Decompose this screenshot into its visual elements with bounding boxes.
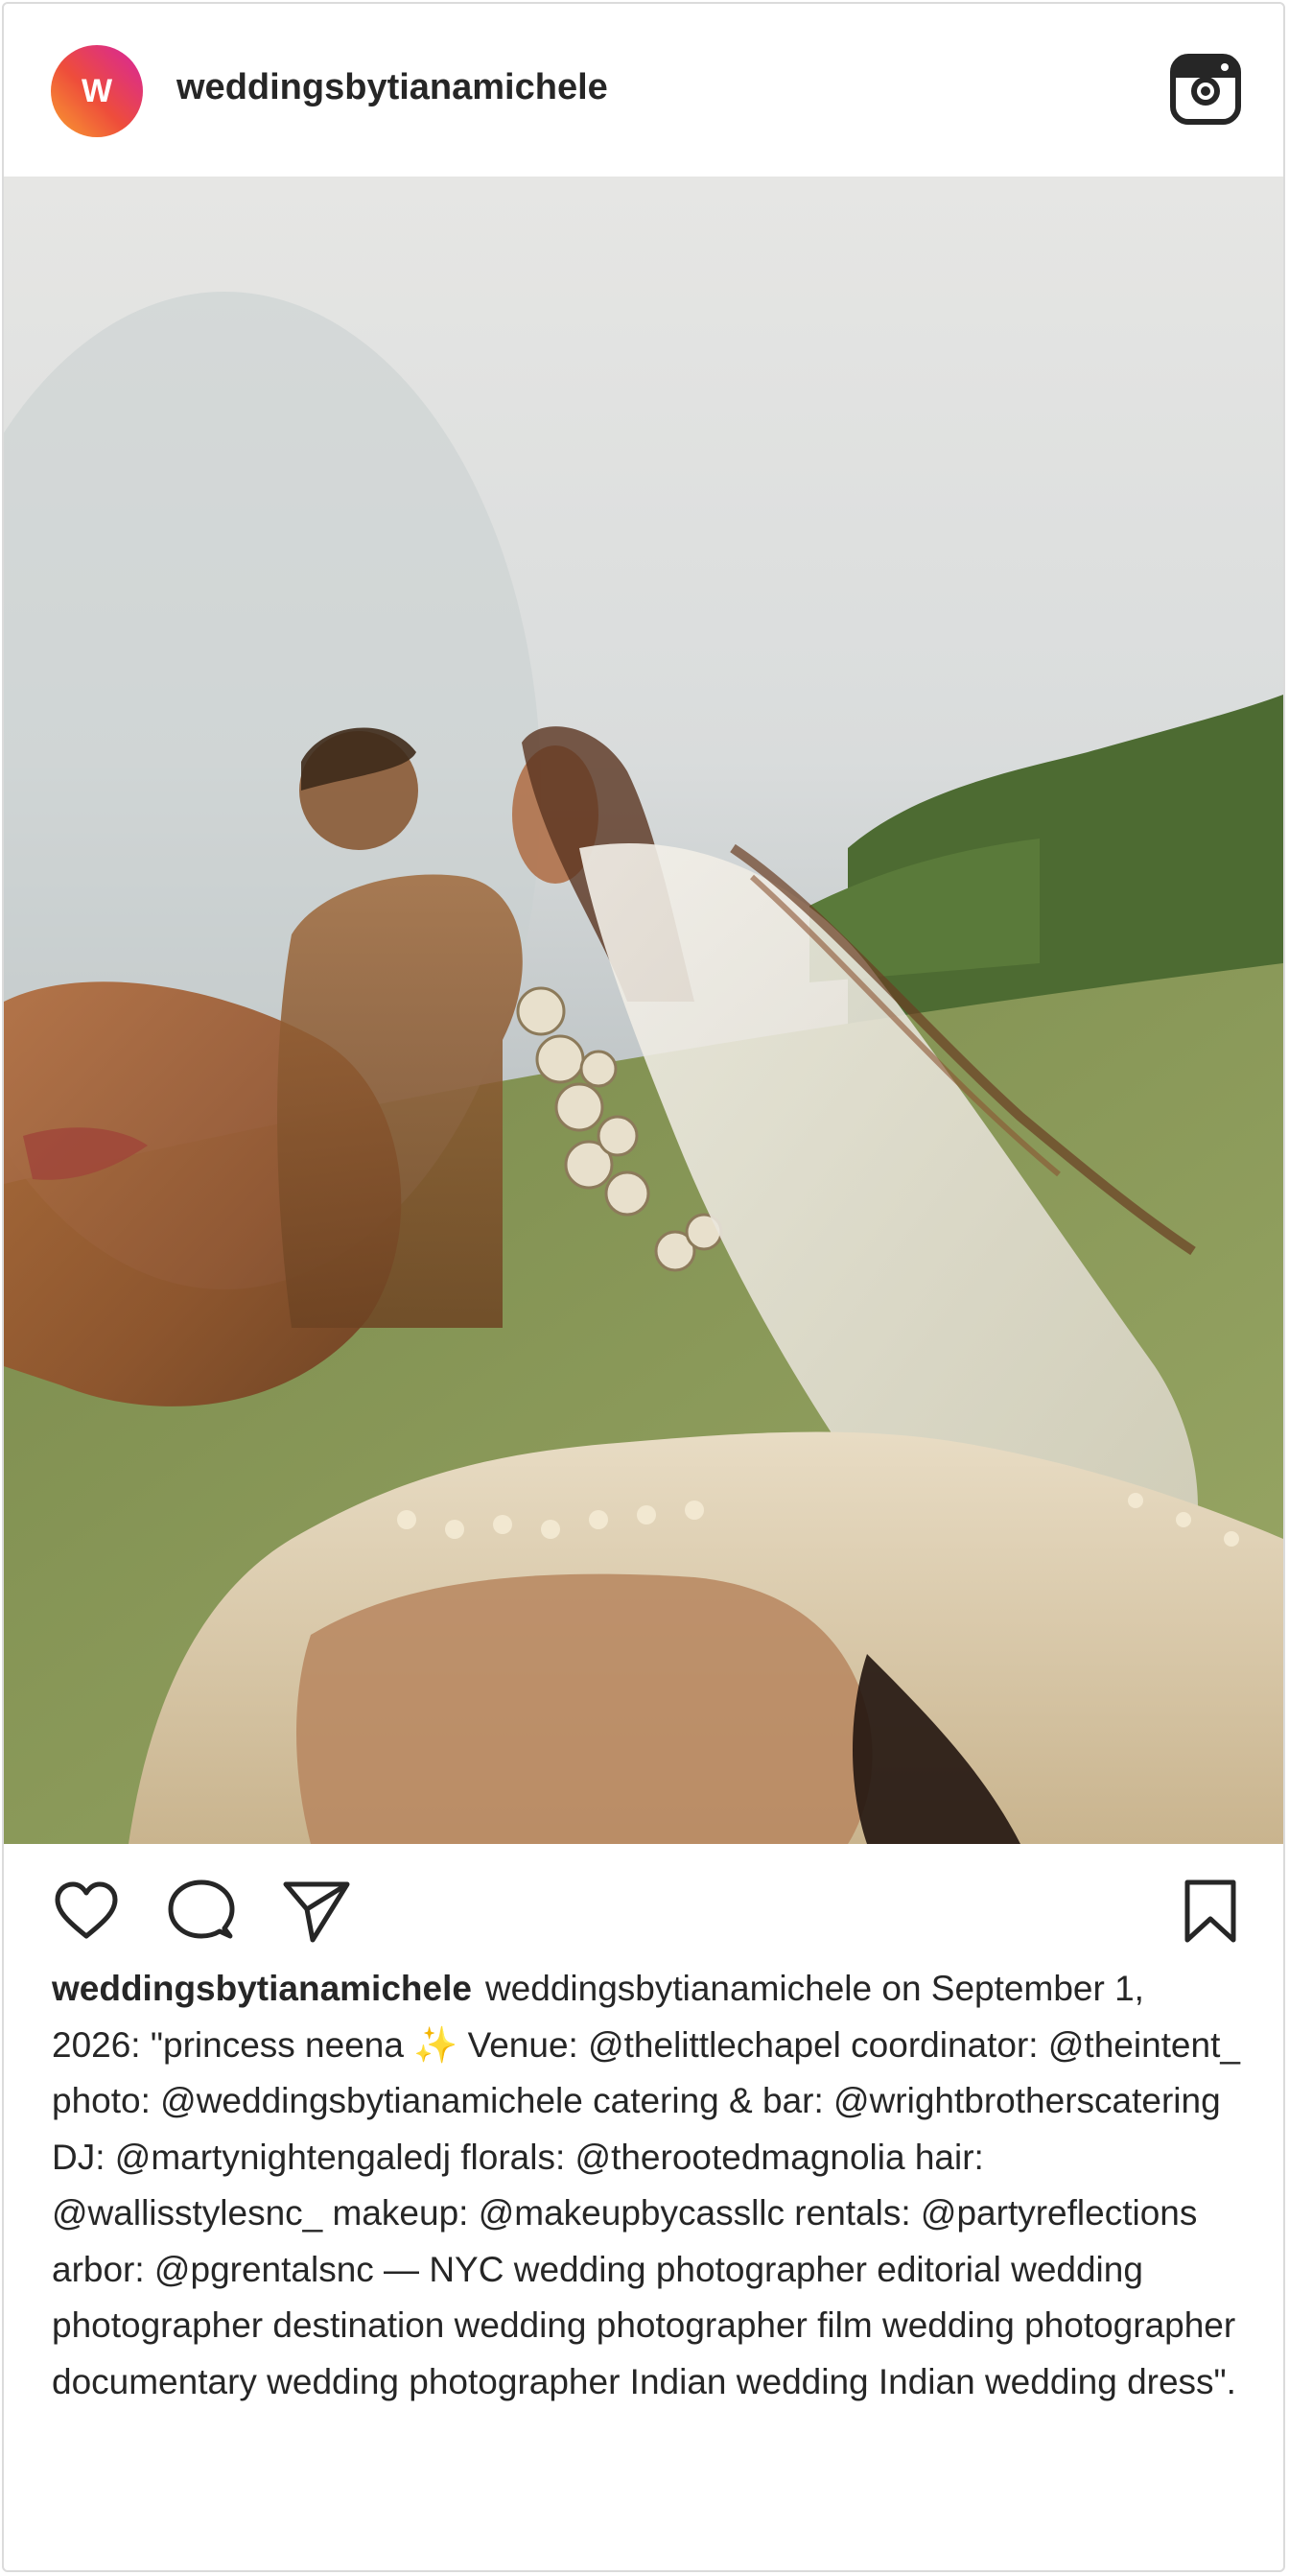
bookmark-icon[interactable] <box>1176 1877 1245 1946</box>
caption-username[interactable]: weddingsbytianamichele <box>52 1969 472 2008</box>
instagram-post-card: W weddingsbytianamichele weddingsbytiana… <box>2 2 1285 2572</box>
post-header: W weddingsbytianamichele <box>4 4 1283 177</box>
post-photo[interactable] <box>4 177 1283 1844</box>
avatar[interactable]: W <box>51 45 143 137</box>
caption-text: weddingsbytianamichele on September 1, 2… <box>52 1969 1240 2401</box>
post-caption: weddingsbytianamichele weddingsbytianamic… <box>52 1961 1241 2410</box>
post-actions <box>4 1844 1283 1969</box>
post-username[interactable]: weddingsbytianamichele <box>176 67 608 108</box>
paper-plane-icon[interactable] <box>282 1877 351 1946</box>
heart-icon[interactable] <box>52 1877 121 1946</box>
instagram-icon[interactable] <box>1170 54 1241 125</box>
comment-icon[interactable] <box>167 1877 236 1946</box>
avatar-letter: W <box>81 72 113 109</box>
